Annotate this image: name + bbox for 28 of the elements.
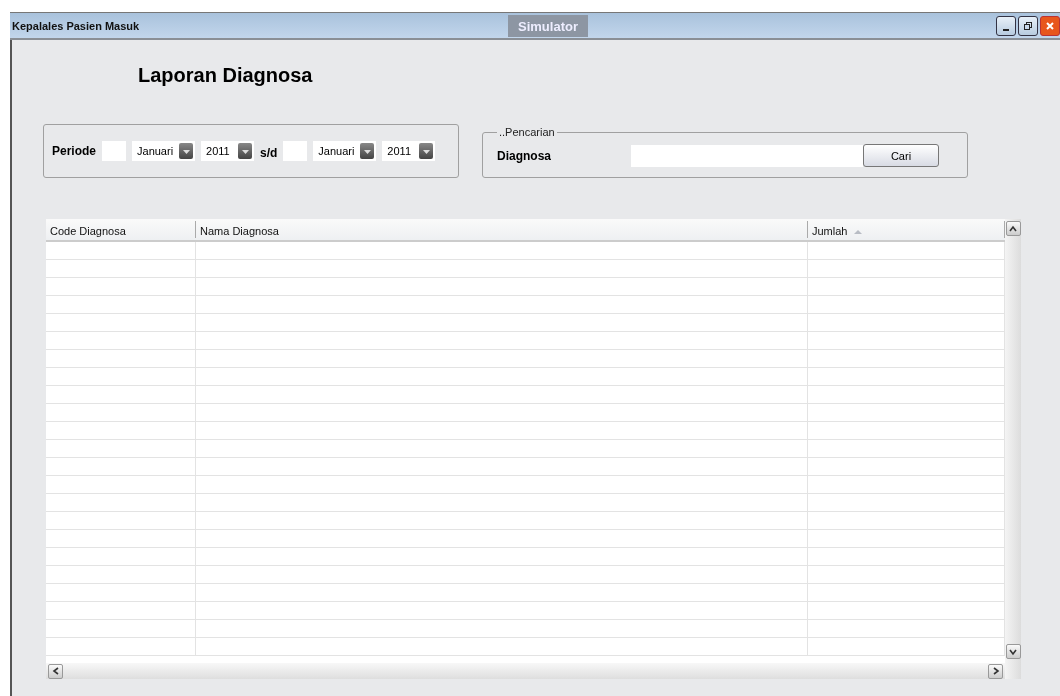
range-separator: s/d <box>260 146 278 160</box>
month-dropdown[interactable]: Januari <box>132 141 195 161</box>
scroll-left-button[interactable] <box>48 663 63 679</box>
restore-icon <box>1023 20 1033 31</box>
search-button[interactable]: Cari <box>863 144 939 167</box>
diagnosis-label: Diagnosa <box>497 148 551 163</box>
minimize-button[interactable] <box>996 15 1016 36</box>
period-label: Periode <box>52 144 96 158</box>
column-header[interactable]: Code Diagnosa <box>46 221 196 238</box>
scroll-right-button[interactable] <box>988 663 1003 679</box>
report-heading: Laporan Diagnosa <box>137 63 314 88</box>
vertical-scrollbar[interactable] <box>1005 219 1021 679</box>
restore-button[interactable] <box>1018 15 1038 36</box>
horizontal-scrollbar[interactable] <box>46 663 1005 679</box>
search-field[interactable] <box>631 144 863 167</box>
close-icon <box>1045 20 1055 31</box>
window-title: Kepalales Pasien Masuk <box>11 19 140 32</box>
year-dropdown[interactable]: 2011 <box>382 141 436 161</box>
scroll-down-button[interactable] <box>1005 644 1021 659</box>
group-legend: ..Pencarian <box>497 126 557 138</box>
close-button[interactable] <box>1040 15 1060 36</box>
year-dropdown[interactable]: 2011 <box>201 141 254 161</box>
sort-arrow-icon <box>853 229 864 235</box>
minimize-icon <box>1003 28 1009 31</box>
month-dropdown[interactable]: Januari <box>313 141 377 161</box>
scroll-up-button[interactable] <box>1005 221 1021 236</box>
simulator-label: Simulator <box>508 15 588 37</box>
column-header[interactable]: Nama Diagnosa <box>196 221 808 238</box>
